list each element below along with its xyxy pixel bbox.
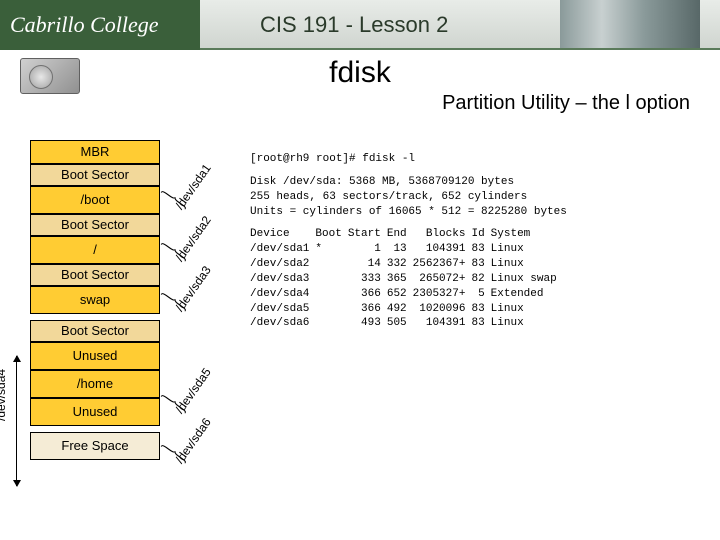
table-header: Boot [315,227,347,242]
page-subtitle: Partition Utility – the l option [0,92,720,115]
table-row: /dev/sda1*11310439183Linux [250,242,563,257]
table-header: Start [348,227,387,242]
disk-block: /boot [30,186,160,214]
table-cell [315,302,347,317]
device-label: /dev/sda5 [173,365,214,416]
hard-drive-icon [20,58,80,100]
disk-block: /home [30,370,160,398]
table-cell: 83 [471,257,490,272]
disk-block: Boot Sector [30,264,160,286]
disk-block: Boot Sector [30,214,160,236]
sda4-label: /dev/sda4 [0,369,8,421]
table-header: Device [250,227,315,242]
header-photo [560,0,700,48]
table-cell [315,257,347,272]
table-cell: 366 [348,302,387,317]
table-cell [315,316,347,331]
page-title: fdisk [0,56,720,90]
free-space-block: Free Space [30,432,160,460]
logo-text: Cabrillo College [10,12,159,38]
table-cell: 104391 [413,242,472,257]
table-cell: Linux [491,242,563,257]
disk-info-line: Disk /dev/sda: 5368 MB, 5368709120 bytes [250,175,705,190]
disk-block: Unused [30,398,160,426]
college-logo: Cabrillo College [0,0,200,50]
table-cell: 1 [348,242,387,257]
table-cell: 5 [471,287,490,302]
table-header: End [387,227,413,242]
device-label: /dev/sda1 [173,161,214,212]
disk-info: Disk /dev/sda: 5368 MB, 5368709120 bytes… [250,175,705,220]
disk-info-line: 255 heads, 63 sectors/track, 652 cylinde… [250,190,705,205]
disk-block: MBR [30,140,160,164]
table-cell [315,287,347,302]
table-cell: 333 [348,272,387,287]
table-cell: 365 [387,272,413,287]
table-cell: 14 [348,257,387,272]
table-cell: Linux [491,302,563,317]
table-row: /dev/sda5 366492102009683Linux [250,302,563,317]
disk-block: Boot Sector [30,320,160,342]
table-cell: 104391 [413,316,472,331]
table-cell: 265072+ [413,272,472,287]
table-cell: 13 [387,242,413,257]
terminal-output: [root@rh9 root]# fdisk -l Disk /dev/sda:… [250,152,705,331]
disk-block: Boot Sector [30,164,160,186]
table-cell: 2305327+ [413,287,472,302]
disk-block: / [30,236,160,264]
table-cell: 83 [471,242,490,257]
table-row: /dev/sda6 49350510439183Linux [250,316,563,331]
table-row: /dev/sda3 333365265072+82Linux swap [250,272,563,287]
table-cell: 1020096 [413,302,472,317]
table-cell: Extended [491,287,563,302]
slide-header: Cabrillo College CIS 191 - Lesson 2 [0,0,720,50]
device-label: /dev/sda2 [173,213,214,264]
table-cell: 83 [471,302,490,317]
disk-diagram: MBRBoot Sector/bootBoot Sector/Boot Sect… [30,140,170,460]
table-cell: 332 [387,257,413,272]
table-cell: Linux [491,257,563,272]
device-label: /dev/sda6 [173,415,214,466]
table-header: System [491,227,563,242]
disk-block: swap [30,286,160,314]
table-cell: Linux [491,316,563,331]
table-cell: 83 [471,316,490,331]
table-cell: Linux swap [491,272,563,287]
table-cell: 492 [387,302,413,317]
table-cell: 2562367+ [413,257,472,272]
table-cell: /dev/sda5 [250,302,315,317]
command-line: [root@rh9 root]# fdisk -l [250,152,705,167]
disk-info-line: Units = cylinders of 16065 * 512 = 82252… [250,205,705,220]
course-title: CIS 191 - Lesson 2 [260,12,448,38]
sda4-bracket: /dev/sda4 [6,356,26,486]
table-row: /dev/sda2 143322562367+83Linux [250,257,563,272]
table-header: Blocks [413,227,472,242]
table-cell: * [315,242,347,257]
table-cell: 366 [348,287,387,302]
table-cell [315,272,347,287]
table-cell: /dev/sda4 [250,287,315,302]
table-cell: 652 [387,287,413,302]
table-cell: /dev/sda1 [250,242,315,257]
table-cell: /dev/sda2 [250,257,315,272]
table-cell: /dev/sda6 [250,316,315,331]
table-cell: 493 [348,316,387,331]
table-cell: 505 [387,316,413,331]
device-label: /dev/sda3 [173,263,214,314]
table-row: /dev/sda4 3666522305327+5Extended [250,287,563,302]
disk-block: Unused [30,342,160,370]
table-cell: 82 [471,272,490,287]
table-header: Id [471,227,490,242]
partition-table: DeviceBootStartEndBlocksIdSystem /dev/sd… [250,227,563,331]
table-cell: /dev/sda3 [250,272,315,287]
